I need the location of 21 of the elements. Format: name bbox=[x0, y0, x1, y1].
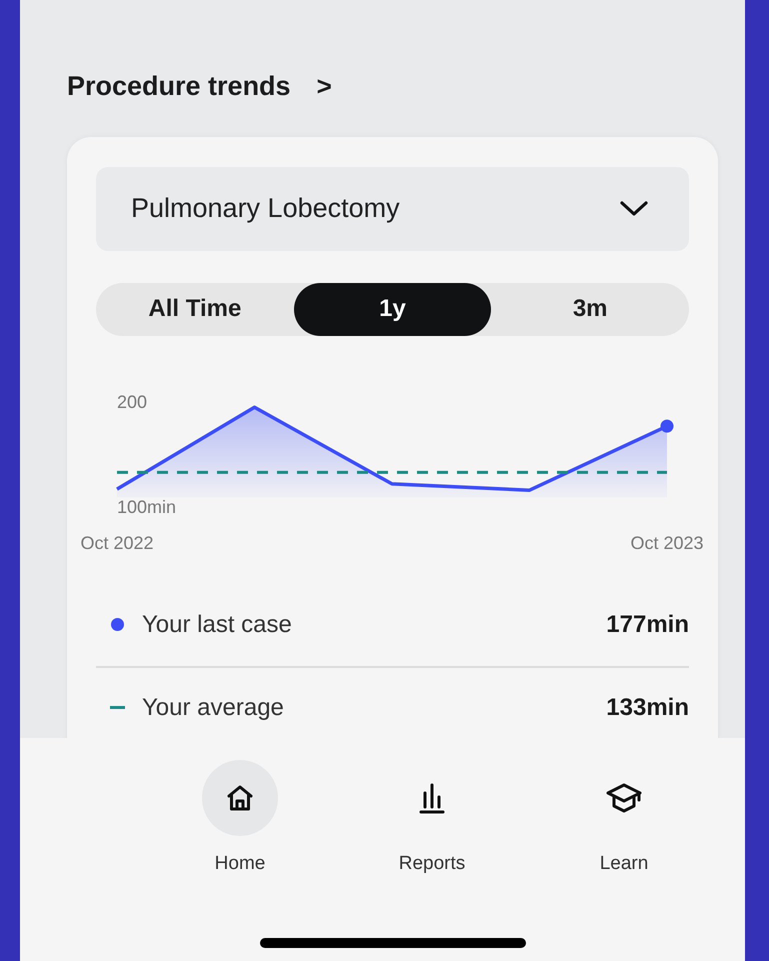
chevron-down-icon bbox=[619, 200, 649, 218]
legend-value: 177min bbox=[606, 610, 689, 640]
home-icon bbox=[225, 782, 255, 813]
nav-tab[interactable]: Reports bbox=[336, 760, 528, 878]
range-tab[interactable]: 1y bbox=[294, 282, 492, 336]
axis-label: 100min bbox=[117, 496, 176, 516]
chevron-button[interactable]: > bbox=[308, 66, 340, 106]
axis-label: 200 bbox=[117, 392, 148, 412]
nav-tab[interactable]: Home bbox=[144, 760, 336, 878]
legend-label: Your average bbox=[142, 692, 284, 722]
last-point-marker bbox=[660, 419, 674, 432]
range-tab[interactable]: 3m bbox=[491, 282, 690, 336]
axis-label: Oct 2023 bbox=[630, 532, 704, 552]
graduation-cap-icon bbox=[604, 780, 644, 815]
procedure-dropdown[interactable]: Pulmonary Lobectomy bbox=[96, 166, 689, 250]
axis-label: Oct 2022 bbox=[80, 532, 154, 552]
nav-tab[interactable]: Learn bbox=[528, 760, 720, 878]
legend-value: 133min bbox=[606, 692, 689, 722]
legend-label: Your last case bbox=[142, 610, 292, 640]
section-title: Procedure trends bbox=[67, 70, 291, 103]
range-tab[interactable]: All Time bbox=[96, 282, 294, 336]
